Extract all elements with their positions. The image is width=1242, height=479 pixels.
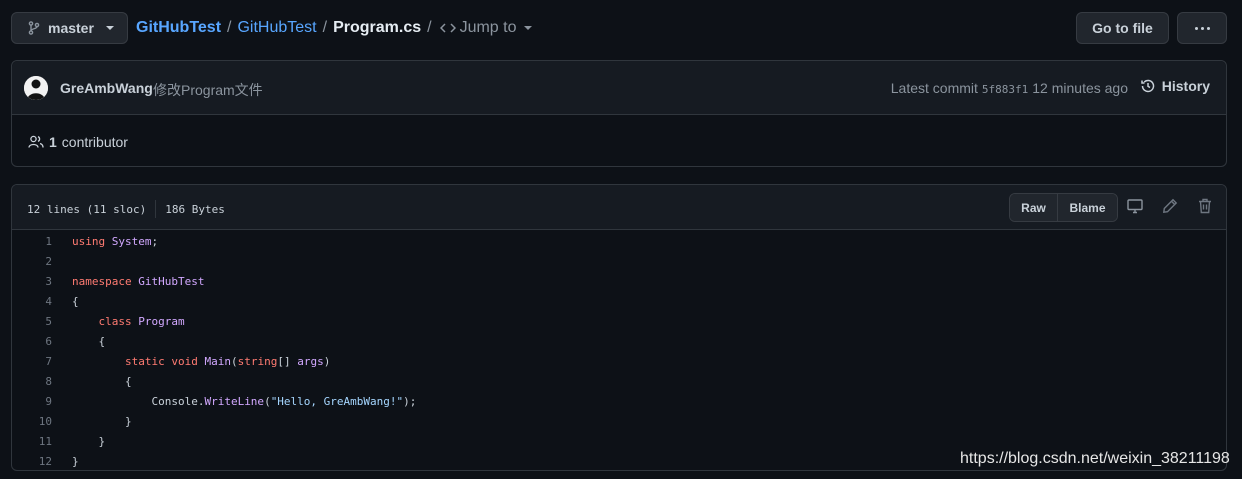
breadcrumb-separator: / [427,19,432,36]
line-number[interactable]: 4 [12,295,52,308]
code-line: 3 namespace GitHubTest [12,271,1226,291]
desktop-icon[interactable] [1127,198,1143,214]
breadcrumb-owner-link[interactable]: GitHubTest [136,19,221,37]
history-icon [1141,79,1155,93]
branch-name: master [48,20,94,36]
commit-message-link[interactable]: 修改Program文件 [153,80,263,100]
code-line: 2 [12,251,1226,271]
line-content: { [72,334,106,348]
code-line: 9 Console.WriteLine("Hello, GreAmbWang!"… [12,391,1226,411]
line-number[interactable]: 10 [12,415,52,428]
jump-to-dropdown[interactable]: Jump to [439,19,532,37]
chevron-down-icon [523,26,532,30]
code-line: 8 { [12,371,1226,391]
avatar-image [24,76,48,100]
latest-commit-label: Latest commit [890,80,978,96]
line-content: { [72,374,132,388]
line-content: class Program [98,314,185,328]
blame-button[interactable]: Blame [1058,194,1117,221]
file-header: 12 lines (11 sloc) 186 Bytes Raw Blame [12,185,1226,230]
file-info: 12 lines (11 sloc) 186 Bytes [27,200,225,218]
code-line: 11 } [12,431,1226,451]
breadcrumb-separator: / [322,19,328,36]
line-number[interactable]: 5 [12,315,52,328]
more-options-button[interactable] [1177,12,1227,44]
breadcrumb: GitHubTest / GitHubTest / Program.cs / J… [136,18,532,38]
history-link[interactable]: History [1140,78,1210,94]
code-line: 5 class Program [12,311,1226,331]
file-viewer: 12 lines (11 sloc) 186 Bytes Raw Blame 1… [11,184,1227,471]
line-content: static void Main(string[] args) [124,354,331,368]
line-content: { [72,294,79,308]
line-number[interactable]: 9 [12,395,52,408]
raw-button[interactable]: Raw [1010,194,1058,221]
commit-sha-link[interactable]: 5f883f1 [982,83,1028,96]
code-line: 4{ [12,291,1226,311]
trash-icon[interactable] [1198,198,1212,214]
line-content: } [72,454,79,468]
breadcrumb-separator: / [227,19,232,36]
code-line: 6 { [12,331,1226,351]
code-line: 10 } [12,411,1226,431]
line-content: Console.WriteLine("Hello, GreAmbWang!"); [72,394,417,408]
contributors-link[interactable]: 1 contributor [28,134,128,150]
latest-commit-box: GreAmbWang 修改Program文件 Latest commit 5f8… [11,60,1227,167]
divider [155,200,157,218]
latest-commit-info: Latest commit 5f883f1 12 minutes ago [891,80,1128,96]
avatar[interactable] [24,76,48,100]
code-block: 1 using System; 2 3 namespace GitHubTest 4{5 … [12,231,1226,470]
people-icon [28,135,44,148]
line-number[interactable]: 6 [12,335,52,348]
line-number[interactable]: 8 [12,375,52,388]
breadcrumb-repo-link[interactable]: GitHubTest [237,19,316,37]
line-content: using System; [72,234,159,248]
commit-time: 12 minutes ago [1032,80,1128,96]
watermark-text: https://blog.csdn.net/weixin_38211198 [960,450,1230,467]
line-number[interactable]: 11 [12,435,52,448]
chevron-down-icon [105,26,114,30]
line-number[interactable]: 1 [12,235,52,248]
code-line: 1 using System; [12,231,1226,251]
line-number[interactable]: 2 [12,255,52,268]
line-content: } [72,414,132,428]
contributor-label: contributor [61,134,128,150]
line-number[interactable]: 3 [12,275,52,288]
line-number[interactable]: 7 [12,355,52,368]
file-actions-group: Raw Blame [1009,193,1118,222]
go-to-file-button[interactable]: Go to file [1076,12,1169,44]
code-icon [439,23,456,33]
code-line: 7 static void Main(string[] args) [12,351,1226,371]
kebab-dot-icon [1206,26,1210,30]
line-content: } [72,434,106,448]
jump-to-label: Jump to [459,19,517,36]
breadcrumb-file: Program.cs [333,19,422,36]
kebab-dot-icon [1200,26,1204,30]
line-content: namespace GitHubTest [72,274,205,288]
pencil-icon[interactable] [1162,198,1178,214]
commit-row: GreAmbWang 修改Program文件 Latest commit 5f8… [12,61,1226,115]
commit-author-link[interactable]: GreAmbWang [60,80,153,96]
kebab-dot-icon [1194,26,1198,30]
branch-selector-button[interactable]: master [11,12,128,44]
file-lines-info: 12 lines (11 sloc) [27,202,147,216]
contributor-count: 1 [49,134,57,150]
file-size: 186 Bytes [165,202,225,216]
history-label: History [1161,78,1210,94]
line-number[interactable]: 12 [12,455,52,468]
git-branch-icon [28,21,40,35]
